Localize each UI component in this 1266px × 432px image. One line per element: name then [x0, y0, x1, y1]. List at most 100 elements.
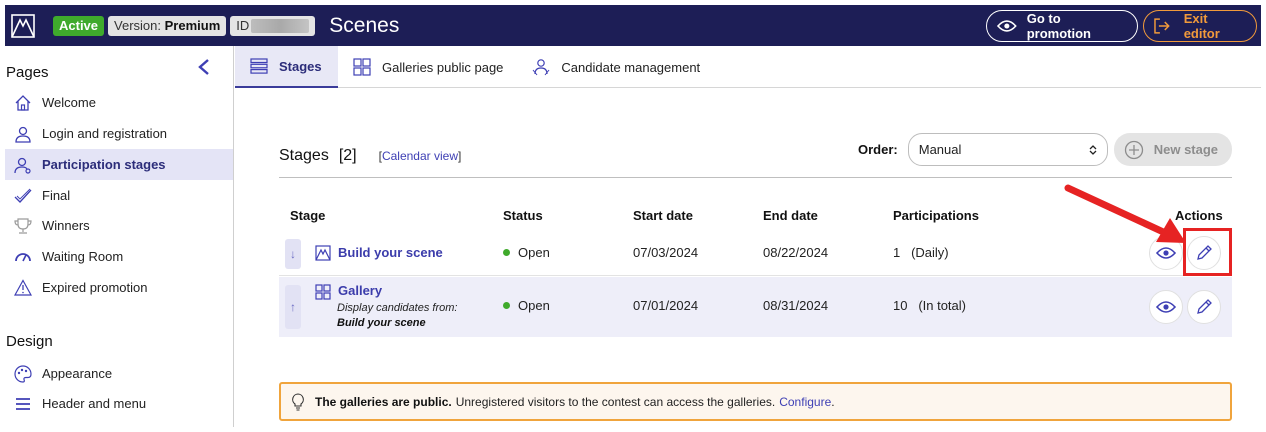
select-arrows-icon — [1089, 144, 1097, 155]
view-stage-button[interactable] — [1149, 236, 1183, 270]
sidebar-item-header-menu[interactable]: Header and menu — [5, 388, 233, 419]
home-icon — [13, 93, 33, 113]
tab-label: Candidate management — [561, 59, 701, 75]
stage-participations: 1 (Daily) — [893, 245, 949, 260]
stage-status-text: Open — [518, 298, 550, 313]
tab-bar: Stages Galleries public page Candidate m… — [235, 46, 1261, 88]
sidebar-item-waiting-room[interactable]: Waiting Room — [5, 241, 233, 272]
warning-icon — [13, 278, 33, 298]
order-select-value: Manual — [918, 142, 962, 157]
sidebar-item-label: Waiting Room — [42, 249, 124, 264]
sidebar-item-winners[interactable]: Winners — [5, 210, 233, 241]
annotation-highlight-box — [1183, 228, 1232, 276]
stage-subtitle: Display candidates from: — [337, 302, 458, 314]
collapse-sidebar-icon[interactable] — [197, 58, 213, 78]
exit-icon — [1154, 17, 1170, 34]
go-to-promotion-label: Go to promotion — [1026, 10, 1091, 41]
sidebar-item-label: Expired promotion — [42, 280, 148, 295]
new-stage-label: New stage — [1153, 142, 1219, 157]
tab-label: Galleries public page — [382, 59, 504, 75]
candidate-icon — [531, 57, 551, 77]
notice-text: Unregistered visitors to the contest can… — [455, 394, 776, 409]
stage-name-link[interactable]: Gallery — [338, 283, 382, 298]
table-row: ↓ Build your scene Open 07/03/2024 08/22… — [279, 231, 1232, 276]
calendar-view-link[interactable]: Calendar view — [382, 149, 458, 163]
column-header-stage: Stage — [290, 208, 326, 223]
move-down-handle[interactable]: ↓ — [285, 239, 301, 269]
stage-source: Build your scene — [337, 317, 426, 329]
section-divider — [279, 177, 1232, 178]
sidebar-item-appearance[interactable]: Appearance — [5, 358, 233, 389]
notice-end: . — [831, 394, 835, 409]
eye-icon — [1156, 247, 1176, 259]
stages-title: Stages — [279, 147, 329, 164]
sidebar-item-label: Final — [42, 188, 71, 203]
column-header-end-date: End date — [763, 208, 818, 223]
tab-stages[interactable]: Stages — [235, 46, 338, 88]
configure-link[interactable]: Configure — [779, 395, 831, 409]
menu-icon — [13, 394, 33, 414]
sidebar-item-welcome[interactable]: Welcome — [5, 87, 233, 118]
new-stage-button[interactable]: New stage — [1113, 133, 1232, 166]
status-dot-icon — [503, 249, 510, 257]
eye-icon — [1156, 301, 1176, 313]
stage-end-date: 08/31/2024 — [763, 298, 829, 313]
pages-heading: Pages — [6, 64, 49, 81]
sidebar-item-label: Winners — [42, 218, 90, 233]
sidebar-item-label: Participation stages — [42, 157, 166, 172]
go-to-promotion-button[interactable]: Go to promotion — [986, 9, 1138, 42]
sidebar-item-label: Header and menu — [42, 396, 147, 411]
design-heading: Design — [6, 333, 53, 350]
stage-start-date: 07/01/2024 — [633, 298, 699, 313]
sidebar: Pages Welcome Login and registration Par… — [5, 46, 234, 427]
stage-participations: 10 (In total) — [893, 298, 966, 313]
eye-icon — [997, 19, 1017, 32]
notice-bold: The galleries are public. — [315, 394, 452, 409]
galleries-public-notice: The galleries are public. Unregistered v… — [279, 382, 1232, 421]
column-header-actions: Actions — [1175, 208, 1223, 223]
tab-galleries-public-page[interactable]: Galleries public page — [338, 46, 517, 88]
sidebar-item-participation-stages[interactable]: Participation stages — [5, 149, 233, 180]
version-badge: Version: Premium — [108, 15, 227, 36]
check-icon — [13, 186, 33, 206]
calendar-view-wrapper: [Calendar view] — [379, 149, 462, 163]
column-header-start-date: Start date — [633, 208, 693, 223]
app-logo-icon[interactable] — [10, 13, 36, 39]
redacted-id — [251, 18, 310, 33]
scene-icon — [315, 245, 331, 261]
stage-name-link[interactable]: Build your scene — [338, 245, 443, 260]
exit-editor-button[interactable]: Exit editor — [1143, 9, 1257, 42]
trophy-icon — [13, 216, 33, 236]
order-label: Order: — [858, 142, 898, 157]
main-content: Stages [2] [Calendar view] Order: Manual… — [235, 88, 1261, 428]
stage-end-date: 08/22/2024 — [763, 245, 829, 260]
participations-note: (In total) — [918, 298, 966, 313]
table-row: ↑ Gallery Display candidates from: Build… — [279, 277, 1232, 337]
version-label: Version: — [114, 17, 162, 33]
sidebar-item-label: Appearance — [42, 366, 113, 381]
sidebar-item-final[interactable]: Final — [5, 180, 233, 211]
sidebar-item-label: Welcome — [42, 95, 96, 110]
palette-icon — [13, 364, 33, 384]
version-value: Premium — [164, 17, 221, 33]
user-icon — [13, 155, 33, 175]
list-icon — [249, 56, 269, 76]
sidebar-item-expired-promotion[interactable]: Expired promotion — [5, 272, 233, 303]
speedometer-icon — [13, 247, 33, 267]
gallery-grid-icon — [315, 284, 331, 300]
user-icon — [13, 124, 33, 144]
order-select[interactable]: Manual — [907, 133, 1108, 166]
stages-count: [2] — [338, 147, 357, 164]
stage-status: Open — [503, 245, 550, 260]
stage-start-date: 07/03/2024 — [633, 245, 699, 260]
tab-candidate-management[interactable]: Candidate management — [517, 46, 714, 88]
view-stage-button[interactable] — [1149, 290, 1183, 324]
edit-stage-button[interactable] — [1187, 290, 1221, 324]
participations-count: 1 — [893, 245, 901, 260]
tab-label: Stages — [279, 58, 322, 74]
move-up-handle[interactable]: ↑ — [285, 285, 301, 329]
sidebar-item-login-registration[interactable]: Login and registration — [5, 118, 233, 149]
column-header-participations: Participations — [893, 208, 979, 223]
top-bar: Active Version: Premium ID Scenes Go to … — [5, 5, 1261, 46]
stage-status-text: Open — [518, 245, 550, 260]
